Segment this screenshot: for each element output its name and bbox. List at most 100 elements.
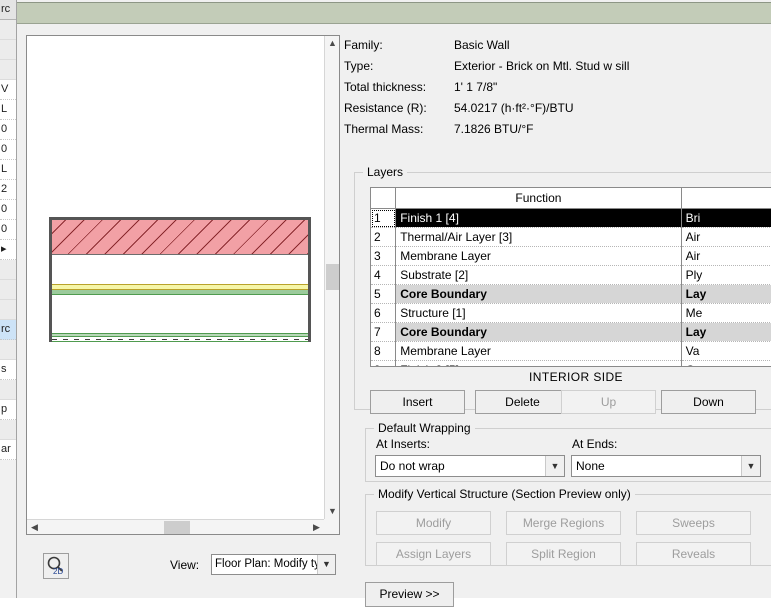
bg-fragment: rc	[0, 0, 16, 20]
layer-material[interactable]: Ply	[681, 265, 771, 285]
bg-spacer	[0, 380, 16, 400]
at-inserts-label: At Inserts:	[376, 437, 431, 451]
bg-fragment: V	[0, 80, 16, 100]
layer-material[interactable]: Air	[681, 246, 771, 266]
bg-fragment: 0	[0, 220, 16, 240]
layer-number[interactable]: 1	[371, 208, 397, 228]
table-row[interactable]: 9 Finish 2 [5] Gy	[371, 360, 771, 366]
property-value: 1' 1 7/8"	[454, 80, 498, 94]
layers-table[interactable]: Function 1 Finish 1 [4] Bri 2 Thermal/Ai…	[370, 187, 771, 367]
table-row[interactable]: 4 Substrate [2] Ply	[371, 265, 771, 285]
layer-function[interactable]: Substrate [2]	[395, 265, 682, 285]
dialog-body: ▲ ▼ ◀ ▶ 2D View: Floor Plan: Modify typ …	[17, 24, 771, 607]
preview-vertical-scrollbar[interactable]: ▲ ▼	[324, 36, 339, 519]
at-ends-label: At Ends:	[572, 437, 618, 451]
layer-function[interactable]: Finish 1 [4]	[395, 208, 682, 228]
layer-number[interactable]: 2	[371, 227, 397, 247]
table-row[interactable]: 5 Core Boundary Lay	[371, 284, 771, 304]
layer-number[interactable]: 5	[371, 284, 397, 304]
preview-canvas[interactable]	[27, 36, 324, 519]
vertical-scroll-thumb[interactable]	[326, 264, 339, 290]
layer-number[interactable]: 7	[371, 322, 397, 342]
table-row[interactable]: 8 Membrane Layer Va	[371, 341, 771, 361]
bg-fragment: L	[0, 100, 16, 120]
layer-function[interactable]: Structure [1]	[395, 303, 682, 323]
layer-function[interactable]: Membrane Layer	[395, 246, 682, 266]
zoom-2d-icon[interactable]: 2D	[43, 553, 69, 579]
wall-layer-air-space	[52, 256, 308, 284]
layer-material[interactable]: Air	[681, 227, 771, 247]
wall-section-drawing	[49, 217, 311, 342]
edit-assembly-dialog: ▲ ▼ ◀ ▶ 2D View: Floor Plan: Modify typ …	[16, 0, 771, 607]
table-row[interactable]: 1 Finish 1 [4] Bri	[371, 208, 771, 228]
layer-number[interactable]: 8	[371, 341, 397, 361]
layers-group-title: Layers	[363, 165, 408, 179]
property-label: Type:	[344, 59, 374, 73]
bg-fragment: 2	[0, 180, 16, 200]
layer-material[interactable]: Lay	[681, 284, 771, 304]
layer-material[interactable]: Lay	[681, 322, 771, 342]
layer-function[interactable]: Thermal/Air Layer [3]	[395, 227, 682, 247]
preview-toggle-button[interactable]: Preview >>	[365, 582, 454, 607]
bg-fragment: L	[0, 160, 16, 180]
column-header-function[interactable]: Function	[395, 188, 682, 209]
move-layer-down-button[interactable]: Down	[661, 390, 756, 414]
preview-horizontal-scrollbar[interactable]: ◀ ▶	[27, 519, 324, 534]
interior-side-label: INTERIOR SIDE	[529, 370, 623, 384]
layer-material[interactable]: Va	[681, 341, 771, 361]
layer-function[interactable]: Finish 2 [5]	[395, 360, 682, 366]
property-value: Basic Wall	[454, 38, 510, 52]
property-label: Total thickness:	[344, 80, 427, 94]
chevron-down-icon[interactable]: ▼	[741, 456, 760, 476]
property-value: 54.0217 (h·ft²·°F)/BTU	[454, 101, 574, 115]
layer-material[interactable]: Bri	[681, 208, 771, 228]
table-row[interactable]: 2 Thermal/Air Layer [3] Air	[371, 227, 771, 247]
layer-function[interactable]: Membrane Layer	[395, 341, 682, 361]
at-inserts-select[interactable]: Do not wrap ▼	[375, 455, 565, 477]
layer-number[interactable]: 9	[371, 360, 397, 366]
property-row-total-thickness: Total thickness: 1' 1 7/8"	[344, 80, 764, 101]
bg-spacer	[0, 260, 16, 280]
property-row-resistance: Resistance (R): 54.0217 (h·ft²·°F)/BTU	[344, 101, 764, 122]
view-select[interactable]: Floor Plan: Modify typ ▼	[211, 554, 336, 575]
delete-layer-button[interactable]: Delete	[475, 390, 570, 414]
insert-layer-button[interactable]: Insert	[370, 390, 465, 414]
table-row[interactable]: 6 Structure [1] Me	[371, 303, 771, 323]
layer-function[interactable]: Core Boundary	[395, 284, 682, 304]
table-row[interactable]: 7 Core Boundary Lay	[371, 322, 771, 342]
property-label: Thermal Mass:	[344, 122, 424, 136]
layer-function[interactable]: Core Boundary	[395, 322, 682, 342]
at-ends-select[interactable]: None ▼	[571, 455, 761, 477]
layer-material[interactable]: Gy	[681, 360, 771, 366]
property-label: Family:	[344, 38, 383, 52]
property-row-thermal-mass: Thermal Mass: 7.1826 BTU/°F	[344, 122, 764, 143]
table-row[interactable]: 3 Membrane Layer Air	[371, 246, 771, 266]
column-header-material[interactable]	[681, 188, 771, 209]
section-preview-pane[interactable]: ▲ ▼ ◀ ▶	[26, 35, 340, 535]
layer-number[interactable]: 6	[371, 303, 397, 323]
scroll-down-icon[interactable]: ▼	[325, 504, 339, 519]
layer-number[interactable]: 4	[371, 265, 397, 285]
bg-spacer	[0, 300, 16, 320]
scroll-left-icon[interactable]: ◀	[27, 520, 42, 534]
horizontal-scroll-thumb[interactable]	[164, 521, 190, 534]
bg-spacer	[0, 40, 16, 60]
bg-fragment: 0	[0, 200, 16, 220]
chevron-down-icon[interactable]: ▼	[317, 555, 335, 574]
property-row-type: Type: Exterior - Brick on Mtl. Stud w si…	[344, 59, 764, 80]
default-wrapping-group-title: Default Wrapping	[374, 421, 475, 435]
layers-groupbox: Layers Function 1 Finish 1 [4] Bri 2 The…	[354, 165, 771, 414]
chevron-down-icon[interactable]: ▼	[545, 456, 564, 476]
column-header-number[interactable]	[371, 188, 397, 209]
layer-number[interactable]: 3	[371, 246, 397, 266]
scroll-up-icon[interactable]: ▲	[325, 36, 339, 51]
layer-material[interactable]: Me	[681, 303, 771, 323]
bg-fragment: ▸	[0, 240, 16, 260]
view-label: View:	[170, 558, 200, 572]
table-header-row: Function	[371, 188, 771, 209]
scroll-right-icon[interactable]: ▶	[309, 520, 324, 534]
wall-layer-brick-hatch	[52, 220, 308, 255]
dialog-title-bar[interactable]	[17, 2, 771, 24]
assign-layers-button: Assign Layers	[376, 542, 491, 566]
merge-regions-button: Merge Regions	[506, 511, 621, 535]
